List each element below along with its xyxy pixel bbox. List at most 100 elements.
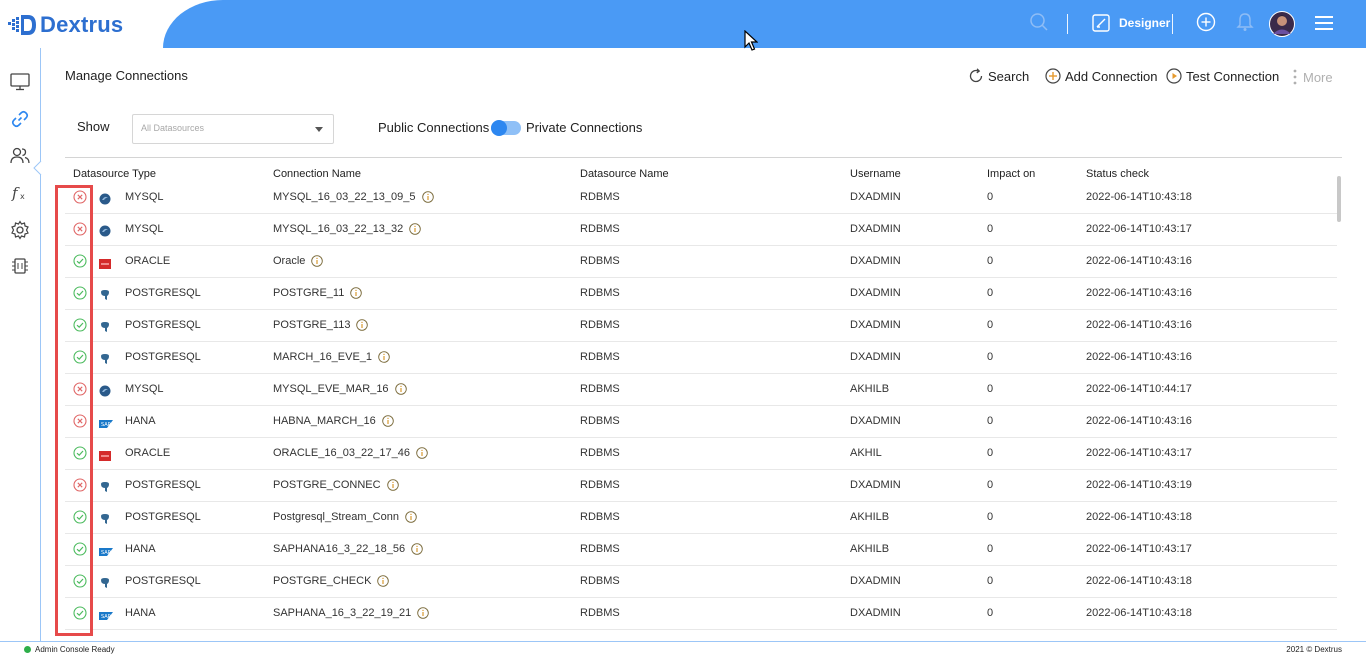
dextrus-logo[interactable]: Dextrus bbox=[8, 12, 123, 38]
cell-connection-name[interactable]: MYSQL_16_03_22_13_32 bbox=[273, 223, 422, 235]
cell-datasource-name: RDBMS bbox=[580, 511, 620, 523]
cell-datasource-type: POSTGRESQL bbox=[125, 351, 201, 363]
info-icon[interactable] bbox=[394, 383, 407, 395]
info-icon[interactable] bbox=[411, 543, 423, 555]
cell-connection-name[interactable]: MYSQL_EVE_MAR_16 bbox=[273, 383, 407, 395]
table-row[interactable]: POSTGRESQL Postgresql_Stream_Conn RDBMS AKH… bbox=[65, 502, 1337, 534]
column-header-connection-name[interactable]: Connection Name bbox=[273, 168, 361, 180]
table-row[interactable]: POSTGRESQL POSTGRE_CHECK RDBMS DXADMIN 0 2022… bbox=[65, 566, 1337, 598]
cell-connection-name-text: MYSQL_16_03_22_13_32 bbox=[273, 223, 404, 235]
info-icon[interactable] bbox=[416, 447, 428, 459]
table-row[interactable]: POSTGRESQL POSTGRE_113 RDBMS DXADMIN 0 2022-0… bbox=[65, 310, 1337, 342]
cell-connection-name[interactable]: Postgresql_Stream_Conn bbox=[273, 511, 417, 523]
cell-datasource-type: POSTGRESQL bbox=[125, 511, 201, 523]
header-divider bbox=[1067, 14, 1068, 34]
info-icon[interactable] bbox=[381, 415, 394, 427]
table-row[interactable]: ORACLE Oracle RDBMS DXADMIN 0 2022-06-14T10:4… bbox=[65, 246, 1337, 278]
connection-visibility-toggle[interactable] bbox=[491, 120, 521, 136]
link-icon[interactable] bbox=[10, 109, 30, 129]
table-row[interactable]: SAP HANA SAPHANA16_3_22_18_56 RDBMS AKHILB 0 2… bbox=[65, 534, 1337, 566]
info-icon[interactable] bbox=[378, 351, 390, 363]
cell-impact-on-text: 0 bbox=[987, 255, 994, 267]
cell-datasource-type-text: POSTGRESQL bbox=[125, 511, 201, 523]
public-connections-label[interactable]: Public Connections bbox=[378, 120, 489, 135]
cell-connection-name[interactable]: SAPHANA_16_3_22_19_21 bbox=[273, 607, 429, 619]
search-icon[interactable] bbox=[1029, 12, 1049, 32]
gear-icon[interactable] bbox=[10, 220, 30, 240]
cell-datasource-name-text: RDBMS bbox=[580, 543, 620, 555]
chip-icon[interactable] bbox=[10, 256, 30, 276]
info-icon[interactable] bbox=[409, 223, 422, 235]
cell-connection-name[interactable]: POSTGRE_11 bbox=[273, 287, 363, 299]
designer-icon[interactable] bbox=[1092, 14, 1110, 32]
cell-connection-name[interactable]: HABNA_MARCH_16 bbox=[273, 415, 394, 427]
table-row[interactable]: POSTGRESQL POSTGRE_CONNEC RDBMS DXADMIN 0 202… bbox=[65, 470, 1337, 502]
designer-button[interactable]: Designer bbox=[1119, 16, 1170, 30]
cell-datasource-name-text: RDBMS bbox=[580, 415, 620, 427]
monitor-icon[interactable] bbox=[10, 72, 30, 92]
table-row[interactable]: SAP HANA HABNA_MARCH_16 RDBMS DXADMIN 0 2022-0… bbox=[65, 406, 1337, 438]
avatar[interactable] bbox=[1269, 11, 1295, 37]
table-scrollbar[interactable] bbox=[1337, 176, 1341, 222]
column-header-status-check[interactable]: Status check bbox=[1086, 168, 1149, 180]
function-icon[interactable]: fx bbox=[10, 183, 30, 203]
column-header-impact-on[interactable]: Impact on bbox=[987, 168, 1035, 180]
table-row[interactable]: SAP HANA SAPHANA_16_3_22_19_21 RDBMS DXADMIN… bbox=[65, 598, 1337, 630]
mysql-dolphin-icon bbox=[99, 192, 111, 205]
cell-impact-on: 0 bbox=[987, 511, 993, 523]
table-row[interactable]: ORACLE ORACLE_16_03_22_17_46 RDBMS AKHIL 0 20… bbox=[65, 438, 1337, 470]
cell-impact-on: 0 bbox=[987, 287, 993, 299]
users-icon[interactable] bbox=[10, 146, 30, 166]
cell-username-text: DXADMIN bbox=[850, 255, 901, 267]
cell-username-text: DXADMIN bbox=[850, 575, 901, 587]
column-header-datasource-name[interactable]: Datasource Name bbox=[580, 168, 669, 180]
cell-datasource-name: RDBMS bbox=[580, 287, 620, 299]
info-icon[interactable] bbox=[405, 511, 417, 523]
table-header: Datasource Type Connection Name Datasour… bbox=[65, 157, 1342, 182]
datasource-select[interactable]: All Datasources bbox=[132, 114, 334, 144]
search-button[interactable]: Search bbox=[968, 68, 1029, 84]
test-connection-button[interactable]: Test Connection bbox=[1166, 68, 1279, 84]
table-row[interactable]: MYSQL MYSQL_16_03_22_13_32 RDBMS DXADMIN 0 20… bbox=[65, 214, 1337, 246]
cell-username-text: DXADMIN bbox=[850, 223, 901, 235]
column-header-datasource-type[interactable]: Datasource Type bbox=[73, 168, 156, 180]
cell-connection-name-text: Oracle bbox=[273, 255, 306, 267]
table-row[interactable]: MYSQL MYSQL_16_03_22_13_09_5 RDBMS DXADMIN 0… bbox=[65, 182, 1337, 214]
info-icon[interactable] bbox=[350, 287, 363, 299]
cell-username: DXADMIN bbox=[850, 191, 901, 203]
cell-datasource-name-text: RDBMS bbox=[580, 255, 620, 267]
cell-connection-name[interactable]: MYSQL_16_03_22_13_09_5 bbox=[273, 191, 434, 203]
info-icon[interactable] bbox=[386, 479, 399, 491]
cell-impact-on: 0 bbox=[987, 223, 993, 235]
cell-connection-name[interactable]: ORACLE_16_03_22_17_46 bbox=[273, 447, 428, 459]
search-label: Search bbox=[988, 68, 1030, 84]
cell-connection-name[interactable]: POSTGRE_CONNEC bbox=[273, 479, 399, 491]
cell-status-check-text: 2022-06-14T10:43:18 bbox=[1086, 607, 1192, 619]
cell-datasource-type-text: HANA bbox=[125, 543, 156, 555]
cell-status-check: 2022-06-14T10:43:17 bbox=[1086, 543, 1192, 555]
cell-connection-name[interactable]: POSTGRE_CHECK bbox=[273, 575, 390, 587]
add-connection-button[interactable]: Add Connection bbox=[1045, 68, 1158, 84]
info-icon[interactable] bbox=[377, 575, 390, 587]
cell-connection-name[interactable]: MARCH_16_EVE_1 bbox=[273, 351, 390, 363]
column-header-username[interactable]: Username bbox=[850, 168, 901, 180]
table-row[interactable]: POSTGRESQL MARCH_16_EVE_1 RDBMS DXADMIN 0 202… bbox=[65, 342, 1337, 374]
table-row[interactable]: MYSQL MYSQL_EVE_MAR_16 RDBMS AKHILB 0 2022-06… bbox=[65, 374, 1337, 406]
play-circle-icon bbox=[1166, 68, 1182, 84]
cell-status-check: 2022-06-14T10:43:19 bbox=[1086, 479, 1192, 491]
private-connections-label[interactable]: Private Connections bbox=[526, 120, 642, 135]
table-row[interactable]: POSTGRESQL POSTGRE_11 RDBMS DXADMIN 0 2022-06… bbox=[65, 278, 1337, 310]
info-icon[interactable] bbox=[356, 319, 369, 331]
info-icon[interactable] bbox=[421, 191, 434, 203]
cell-impact-on: 0 bbox=[987, 351, 993, 363]
cell-connection-name[interactable]: SAPHANA16_3_22_18_56 bbox=[273, 543, 423, 555]
more-button[interactable]: More bbox=[1291, 68, 1333, 86]
add-circle-icon[interactable] bbox=[1196, 12, 1216, 32]
info-icon[interactable] bbox=[311, 255, 324, 267]
cell-connection-name[interactable]: POSTGRE_113 bbox=[273, 319, 369, 331]
bell-icon[interactable] bbox=[1236, 12, 1254, 32]
cell-datasource-type-text: HANA bbox=[125, 415, 156, 427]
hamburger-menu-icon[interactable] bbox=[1314, 15, 1334, 31]
info-icon[interactable] bbox=[417, 607, 429, 619]
cell-connection-name[interactable]: Oracle bbox=[273, 255, 324, 267]
